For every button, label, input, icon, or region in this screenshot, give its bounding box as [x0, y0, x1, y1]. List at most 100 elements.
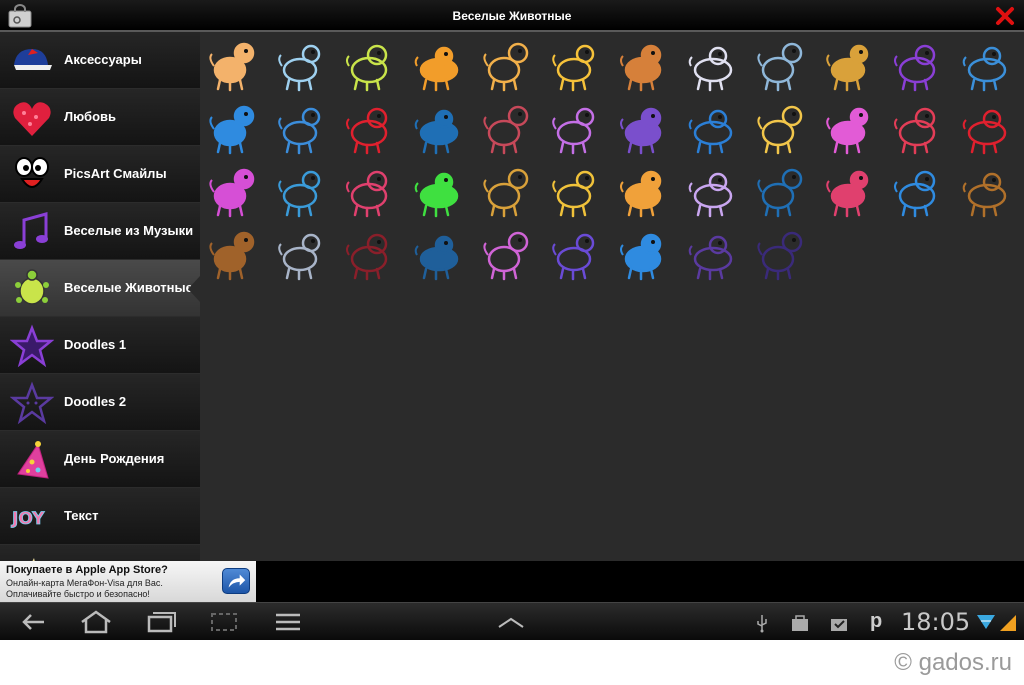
sticker-brown-monkey[interactable] [204, 225, 264, 283]
category-sidebar: Аксессуары Любовь PicsArt Смайлы Веселые… [0, 32, 200, 561]
sticker-monkey[interactable] [821, 36, 881, 94]
turtle-icon [15, 269, 49, 305]
sidebar-item-picsart-smileys[interactable]: PicsArt Смайлы [0, 146, 200, 203]
sidebar-item-text[interactable]: JOY Текст [0, 488, 200, 545]
sticker-squid[interactable] [547, 225, 607, 283]
sticker-purple-bird[interactable] [615, 99, 675, 157]
sticker-bird[interactable] [958, 36, 1018, 94]
sticker-cat[interactable] [752, 36, 812, 94]
turtle-icon [346, 44, 388, 92]
sidebar-item-label: Текст [64, 508, 99, 523]
menu-icon[interactable] [268, 609, 308, 635]
watermark-strip: © gados.ru [0, 640, 1024, 685]
sidebar-item-label: Веселые Животные [64, 280, 193, 295]
violet-bird-icon [551, 107, 594, 155]
sticker-dove[interactable] [410, 99, 470, 157]
whale-icon [414, 235, 458, 281]
sticker-rabbit[interactable] [273, 36, 333, 94]
dog-icon [209, 42, 255, 92]
sticker-chick[interactable] [547, 162, 607, 220]
giraffe-icon [483, 42, 529, 92]
sidebar-item-partial[interactable] [0, 545, 200, 561]
brown-monkey-icon [209, 231, 255, 281]
title-bar: Веселые Животные [0, 0, 1024, 32]
sidebar-item-birthday[interactable]: День Рождения [0, 431, 200, 488]
sticker-turtle[interactable] [341, 36, 401, 94]
crab-icon [346, 107, 388, 155]
back-icon[interactable] [14, 609, 54, 635]
recent-apps-icon[interactable] [141, 609, 181, 635]
sticker-pink-bird[interactable] [478, 99, 538, 157]
sticker-jelly[interactable] [478, 225, 538, 283]
sticker-koala[interactable] [684, 36, 744, 94]
sticker-tiger[interactable] [410, 36, 470, 94]
store-icon [792, 615, 808, 631]
sticker-blue-jelly[interactable] [615, 225, 675, 283]
bear-icon [620, 44, 662, 92]
sticker-parrot[interactable] [341, 162, 401, 220]
rabbit-icon [277, 44, 320, 92]
sticker-snail[interactable] [889, 162, 949, 220]
svg-text:JOY: JOY [11, 509, 45, 529]
puppy-icon [483, 168, 529, 218]
sticker-pink-rabbit[interactable] [821, 99, 881, 157]
sidebar-item-love[interactable]: Любовь [0, 89, 200, 146]
star-outline-icon [10, 381, 54, 425]
sidebar-item-doodles-1[interactable]: Doodles 1 [0, 317, 200, 374]
chevron-up-icon[interactable] [491, 609, 531, 635]
ghost-octopus-icon [688, 172, 732, 218]
home-icon[interactable] [76, 609, 116, 635]
hermit-crab-icon [688, 235, 732, 281]
sidebar-item-label: Doodles 2 [64, 394, 127, 409]
sidebar-item-doodles-2[interactable]: Doodles 2 [0, 374, 200, 431]
screenshot-icon[interactable] [204, 609, 244, 635]
sidebar-item-music-fun[interactable]: Веселые из Музыки [0, 203, 200, 260]
sidebar-item-accessories[interactable]: Аксессуары [0, 32, 200, 89]
sticker-fish[interactable] [273, 99, 333, 157]
battery-icon [1000, 615, 1016, 631]
sticker-pink-bunny[interactable] [821, 162, 881, 220]
sticker-rooster[interactable] [547, 36, 607, 94]
sticker-mouse[interactable] [752, 162, 812, 220]
sticker-puppy[interactable] [478, 162, 538, 220]
close-icon[interactable] [994, 5, 1016, 27]
sticker-violet-bird[interactable] [547, 99, 607, 157]
egg-bird-icon [209, 105, 255, 155]
sticker-hanging-monkey[interactable] [958, 162, 1018, 220]
joy-text-icon: JOY [11, 509, 46, 530]
system-bar: р 18:05 [0, 602, 1024, 640]
sticker-lion[interactable] [615, 162, 675, 220]
ad-arrow-button[interactable] [222, 568, 250, 594]
blue-jelly-icon [620, 233, 662, 281]
sticker-ghost-octopus[interactable] [684, 162, 744, 220]
hanging-monkey-icon [962, 172, 1006, 218]
lion-icon [620, 170, 662, 218]
sticker-dog[interactable] [204, 36, 264, 94]
sticker-bear[interactable] [615, 36, 675, 94]
usb-icon [757, 615, 767, 633]
dark-crab-icon [346, 233, 388, 281]
jelly-icon [483, 231, 529, 281]
sticker-blue-bird[interactable] [684, 99, 744, 157]
ad-title: Покупаете в Apple App Store? [6, 564, 168, 576]
sticker-egg-bird[interactable] [204, 99, 264, 157]
sidebar-item-fun-animals[interactable]: Веселые Животные [0, 260, 200, 317]
sticker-dark-crab[interactable] [341, 225, 401, 283]
sticker-striped-fish[interactable] [752, 225, 812, 283]
sticker-moose[interactable] [752, 99, 812, 157]
sticker-penguin[interactable] [273, 162, 333, 220]
sticker-giraffe[interactable] [478, 36, 538, 94]
sticker-whale[interactable] [410, 225, 470, 283]
ad-banner[interactable]: Покупаете в Apple App Store? Онлайн-карт… [0, 561, 256, 602]
bird-icon [962, 46, 1006, 92]
sticker-crocodile[interactable] [410, 162, 470, 220]
sticker-red-fish[interactable] [958, 99, 1018, 157]
sticker-octopus[interactable] [889, 36, 949, 94]
elephant-icon [277, 233, 320, 281]
sticker-elephant[interactable] [273, 225, 333, 283]
sticker-jellyfish[interactable] [204, 162, 264, 220]
sticker-crab[interactable] [341, 99, 401, 157]
sticker-pig[interactable] [889, 99, 949, 157]
sticker-hermit-crab[interactable] [684, 225, 744, 283]
koala-icon [688, 46, 732, 92]
